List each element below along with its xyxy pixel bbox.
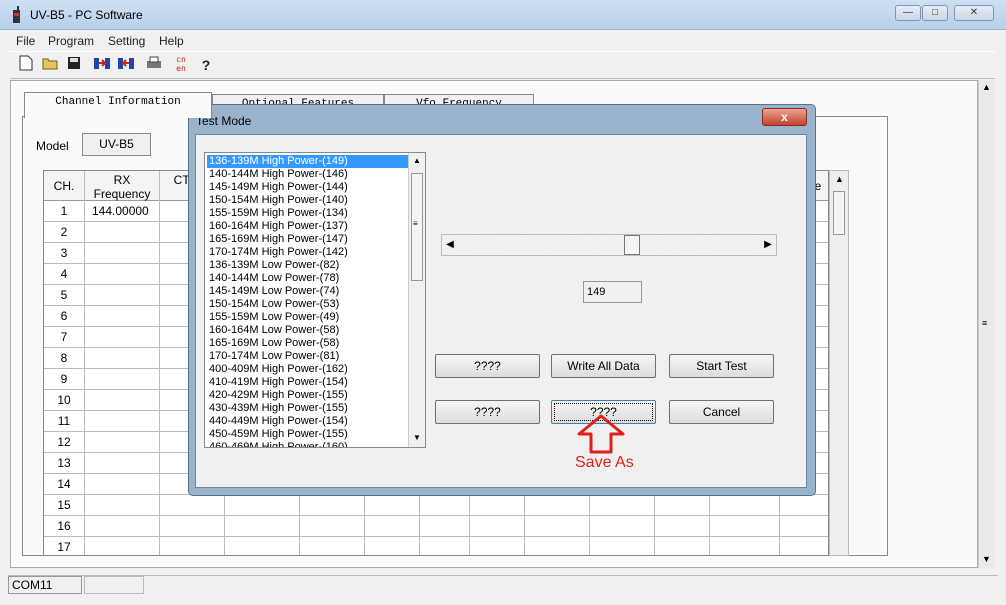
dialog-close-button[interactable]: x bbox=[762, 108, 807, 126]
unknown-button-2[interactable]: ???? bbox=[435, 400, 540, 424]
channel-number: 2 bbox=[60, 225, 68, 239]
table-row[interactable]: 15 bbox=[44, 495, 828, 516]
table-row[interactable]: 17 bbox=[44, 537, 828, 555]
list-item[interactable]: 140-144M Low Power-(78) bbox=[207, 272, 410, 285]
maximize-button[interactable]: □ bbox=[922, 5, 948, 21]
menu-file[interactable]: File bbox=[16, 34, 35, 48]
arrow-up-icon bbox=[575, 414, 627, 454]
list-item[interactable]: 160-164M Low Power-(58) bbox=[207, 324, 410, 337]
list-item[interactable]: 145-149M High Power-(144) bbox=[207, 181, 410, 194]
channel-number: 12 bbox=[57, 435, 71, 449]
status-bar bbox=[8, 575, 998, 595]
channel-number: 9 bbox=[60, 372, 68, 386]
channel-number: 6 bbox=[60, 309, 68, 323]
status-panel bbox=[84, 576, 144, 594]
header-rx-frequency: RX Frequency bbox=[85, 171, 159, 201]
list-item[interactable]: 165-169M High Power-(147) bbox=[207, 233, 410, 246]
model-value: UV-B5 bbox=[82, 133, 151, 156]
channel-number: 4 bbox=[60, 267, 68, 281]
list-item[interactable]: 450-459M High Power-(155) bbox=[207, 428, 410, 441]
list-item[interactable]: 140-144M High Power-(146) bbox=[207, 168, 410, 181]
window-title: UV-B5 - PC Software bbox=[30, 8, 143, 22]
list-item[interactable]: 430-439M High Power-(155) bbox=[207, 402, 410, 415]
menu-setting[interactable]: Setting bbox=[108, 34, 145, 48]
open-icon[interactable] bbox=[40, 55, 60, 75]
table-row[interactable]: 16 bbox=[44, 516, 828, 537]
header-ch: CH. bbox=[44, 171, 84, 201]
save-as-annotation: Save As bbox=[575, 454, 634, 471]
list-scrollbar[interactable]: ▲ ≡ ▼ bbox=[408, 153, 425, 447]
channel-number: 10 bbox=[57, 393, 71, 407]
power-value-field[interactable]: 149 bbox=[583, 281, 642, 303]
channel-number: 5 bbox=[60, 288, 68, 302]
save-icon[interactable] bbox=[64, 55, 84, 75]
channel-number: 17 bbox=[57, 540, 71, 554]
list-item[interactable]: 420-429M High Power-(155) bbox=[207, 389, 410, 402]
list-item[interactable]: 400-409M High Power-(162) bbox=[207, 363, 410, 376]
tab-channel-information[interactable]: Channel Information bbox=[24, 92, 212, 118]
com-port-status: COM11 bbox=[8, 576, 82, 594]
list-item[interactable]: 150-154M High Power-(140) bbox=[207, 194, 410, 207]
window-scrollbar[interactable]: ▲ ≡ ▼ bbox=[978, 80, 995, 568]
list-item[interactable]: 410-419M High Power-(154) bbox=[207, 376, 410, 389]
print-icon[interactable] bbox=[144, 55, 164, 75]
channel-number: 13 bbox=[57, 456, 71, 470]
cancel-button[interactable]: Cancel bbox=[669, 400, 774, 424]
channel-number: 15 bbox=[57, 498, 71, 512]
unknown-button-1[interactable]: ???? bbox=[435, 354, 540, 378]
list-item[interactable]: 160-164M High Power-(137) bbox=[207, 220, 410, 233]
read-radio-icon[interactable] bbox=[92, 55, 112, 75]
channel-number: 3 bbox=[60, 246, 68, 260]
grid-scrollbar[interactable]: ▲ bbox=[829, 170, 849, 556]
list-item[interactable]: 150-154M Low Power-(53) bbox=[207, 298, 410, 311]
slider-thumb[interactable] bbox=[623, 235, 640, 255]
channel-number: 11 bbox=[57, 414, 71, 428]
radio-app-icon bbox=[8, 6, 24, 24]
list-item[interactable]: 170-174M High Power-(142) bbox=[207, 246, 410, 259]
menu-program[interactable]: Program bbox=[48, 34, 94, 48]
help-icon[interactable]: ? bbox=[196, 55, 216, 75]
channel-number: 14 bbox=[57, 477, 71, 491]
channel-number: 1 bbox=[60, 204, 68, 218]
channel-number: 8 bbox=[60, 351, 68, 365]
channel-number: 16 bbox=[57, 519, 71, 533]
list-item[interactable]: 155-159M Low Power-(49) bbox=[207, 311, 410, 324]
new-icon[interactable] bbox=[16, 55, 36, 75]
write-all-data-button[interactable]: Write All Data bbox=[551, 354, 656, 378]
write-radio-icon[interactable] bbox=[116, 55, 136, 75]
slider-left-arrow-icon[interactable]: ◀ bbox=[442, 235, 458, 255]
title-bar bbox=[0, 0, 1006, 30]
slider-right-arrow-icon[interactable]: ▶ bbox=[760, 235, 776, 255]
channel-number: 7 bbox=[60, 330, 68, 344]
menu-help[interactable]: Help bbox=[159, 34, 184, 48]
list-item[interactable]: 170-174M Low Power-(81) bbox=[207, 350, 410, 363]
list-item[interactable]: 136-139M Low Power-(82) bbox=[207, 259, 410, 272]
power-level-list[interactable]: 136-139M High Power-(149) 140-144M High P… bbox=[204, 152, 426, 448]
language-icon[interactable]: cn en bbox=[172, 55, 190, 75]
list-item[interactable]: 165-169M Low Power-(58) bbox=[207, 337, 410, 350]
rx-frequency-cell[interactable]: 144.00000 bbox=[92, 201, 149, 222]
start-test-button[interactable]: Start Test bbox=[669, 354, 774, 378]
close-button[interactable]: ✕ bbox=[954, 5, 994, 21]
list-item[interactable]: 145-149M Low Power-(74) bbox=[207, 285, 410, 298]
list-item[interactable]: 155-159M High Power-(134) bbox=[207, 207, 410, 220]
model-label: Model bbox=[36, 139, 69, 153]
slider-track[interactable] bbox=[458, 236, 760, 254]
menu-bar bbox=[10, 31, 995, 51]
list-item[interactable]: 136-139M High Power-(149) bbox=[207, 155, 410, 168]
list-item[interactable]: 440-449M High Power-(154) bbox=[207, 415, 410, 428]
minimize-button[interactable]: — bbox=[895, 5, 921, 21]
list-item[interactable]: 460-469M High Power-(160) bbox=[207, 441, 410, 447]
